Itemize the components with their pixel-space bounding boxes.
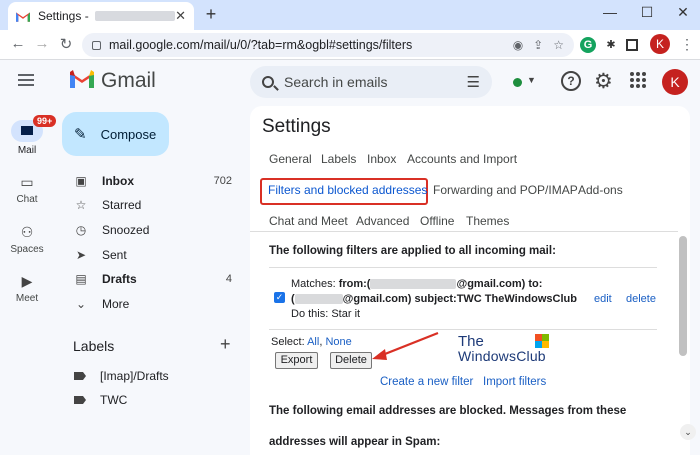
create-filter-link[interactable]: Create a new filter — [380, 376, 473, 388]
watermark-text: The WindowsClub — [458, 333, 546, 364]
watermark-line1: The — [458, 333, 484, 350]
windows-logo-icon — [535, 334, 549, 348]
blocked-heading-line2: addresses will appear in Spam: — [269, 436, 441, 448]
import-filters-link[interactable]: Import filters — [483, 376, 546, 388]
annotation-arrow-icon — [372, 331, 439, 360]
watermark-line2: WindowsClub — [458, 348, 546, 364]
settings-scrollbar[interactable] — [679, 236, 687, 356]
scroll-down-icon[interactable]: ⌄ — [680, 424, 696, 440]
blocked-heading: The following email addresses are blocke… — [269, 405, 627, 417]
